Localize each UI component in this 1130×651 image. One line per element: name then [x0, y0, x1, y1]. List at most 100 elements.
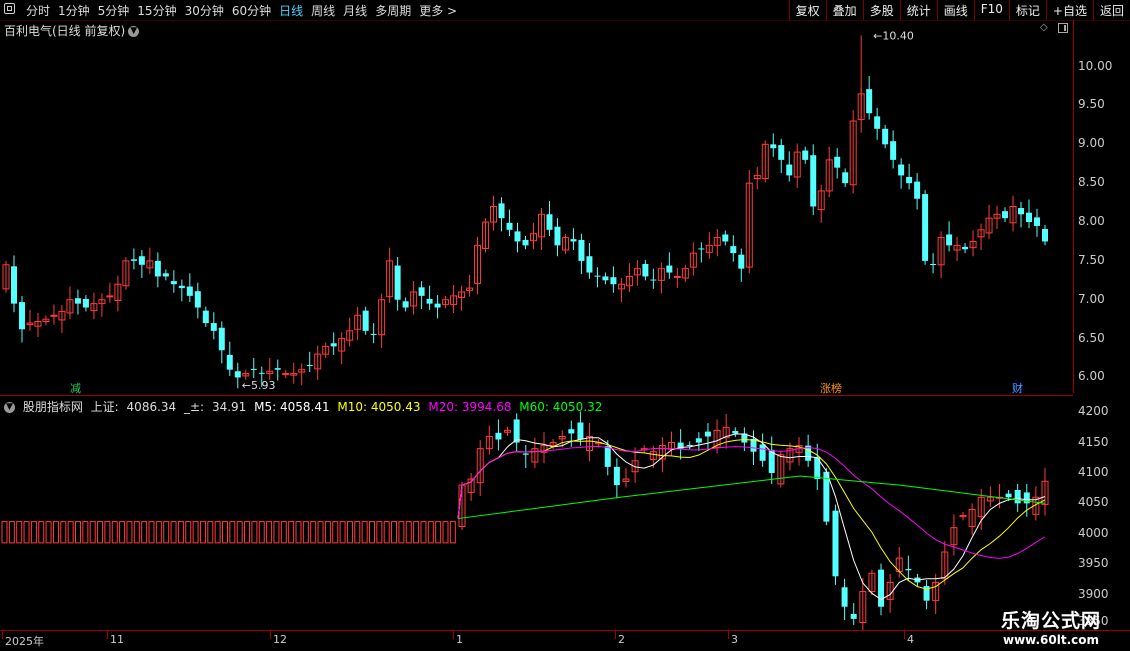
placeholder-bar [133, 521, 140, 544]
index-candle-body [823, 471, 830, 522]
candle-body [130, 259, 137, 261]
candle-body [234, 371, 241, 378]
max-price-label: ←10.40 [873, 30, 914, 43]
main-y-label: 6.50 [1078, 330, 1105, 345]
candle-body [362, 310, 369, 331]
placeholder-bar [52, 521, 59, 544]
candle-body [402, 301, 409, 308]
candle-body [426, 298, 433, 304]
placeholder-bar [339, 521, 346, 544]
candle-body [602, 276, 609, 281]
candle-body [962, 246, 969, 250]
candle-body [866, 89, 873, 114]
placeholder-bar [119, 521, 126, 544]
x-axis: 2025年 11 12 1 2 3 4 [0, 630, 1130, 651]
main-y-label: 8.00 [1078, 214, 1105, 229]
watermark-title: 乐淘公式网 [1000, 610, 1101, 632]
placeholder-bar [60, 521, 67, 544]
x-label: 1 [456, 633, 463, 646]
candle-body [673, 275, 681, 278]
placeholder-bar [141, 521, 148, 544]
placeholder-bar [288, 521, 295, 544]
index-candle-body [577, 422, 584, 440]
index-candle-body [704, 431, 711, 437]
candle-body [1026, 212, 1033, 223]
placeholder-bar [435, 521, 442, 544]
candle-body [250, 368, 257, 370]
placeholder-bar [324, 521, 331, 544]
x-label: 2 [618, 633, 625, 646]
placeholder-bar [251, 521, 258, 544]
m5-line [457, 433, 1046, 601]
candle-body [394, 265, 401, 300]
candle-body [874, 116, 881, 129]
candle-body [898, 164, 905, 176]
main-y-label: 9.00 [1078, 136, 1105, 151]
placeholder-bar [236, 521, 243, 544]
candle-body [594, 275, 601, 277]
placeholder-bar [177, 521, 184, 544]
candle-body [18, 302, 25, 330]
x-label: 12 [273, 633, 287, 646]
placeholder-bar [8, 521, 15, 544]
candle-body [1002, 211, 1009, 219]
x-tick [728, 631, 729, 639]
placeholder-bar [148, 521, 155, 544]
placeholder-bar [199, 521, 206, 544]
index-candle-body [759, 444, 766, 461]
index-candle-body [850, 614, 857, 619]
candlestick-chart[interactable]: ←10.40 ←5.93 减 涨榜 财 [0, 0, 1073, 630]
candle-body [642, 264, 649, 277]
candle-body [698, 248, 705, 250]
m60-line [457, 475, 1046, 520]
candle-body [506, 222, 513, 230]
x-label: 2025年 [5, 635, 44, 648]
sub-y-label: 4050 [1078, 495, 1109, 510]
main-y-label: 7.00 [1078, 291, 1105, 306]
placeholder-bar [126, 521, 133, 544]
placeholder-bar [302, 521, 309, 544]
candle-body [138, 256, 145, 265]
index-candle-body [1014, 489, 1021, 504]
main-y-label: 10.00 [1078, 58, 1113, 73]
main-y-label: 7.50 [1078, 252, 1105, 267]
candle-body [170, 281, 177, 285]
placeholder-bar [192, 521, 199, 544]
placeholder-bar [111, 521, 118, 544]
x-label: 4 [907, 633, 914, 646]
placeholder-bar [420, 521, 427, 544]
candle-body [578, 239, 585, 261]
main-y-label: 9.50 [1078, 97, 1105, 112]
toolbar-button-8[interactable]: 返回 [1092, 0, 1130, 20]
placeholder-bar [354, 521, 361, 544]
placeholder-bar [398, 521, 405, 544]
x-tick [107, 631, 108, 639]
placeholder-bar [104, 521, 111, 544]
candle-body [722, 234, 729, 242]
candle-body [586, 256, 593, 273]
candle-body [882, 128, 889, 145]
candle-body [10, 266, 17, 304]
candle-body [514, 231, 521, 242]
min-price-label: ←5.93 [242, 379, 276, 392]
index-candle-body [732, 431, 739, 434]
candle-body [178, 285, 185, 289]
placeholder-bar [361, 521, 368, 544]
candle-body [1018, 208, 1025, 215]
sub-y-label: 3900 [1078, 586, 1109, 601]
index-candle-body [841, 587, 848, 607]
placeholder-bar [45, 521, 52, 544]
placeholder-bar [155, 521, 162, 544]
candle-body [946, 234, 953, 246]
placeholder-bar [266, 521, 273, 544]
candle-body [546, 214, 553, 230]
candle-body [922, 194, 929, 261]
candle-body [906, 176, 913, 184]
candle-body [330, 343, 337, 347]
candle-body [930, 264, 937, 266]
placeholder-bar [405, 521, 412, 544]
index-candle-body [522, 453, 529, 455]
candle-body [210, 323, 217, 331]
index-candle-body [695, 438, 702, 443]
candle-body [1034, 217, 1041, 226]
